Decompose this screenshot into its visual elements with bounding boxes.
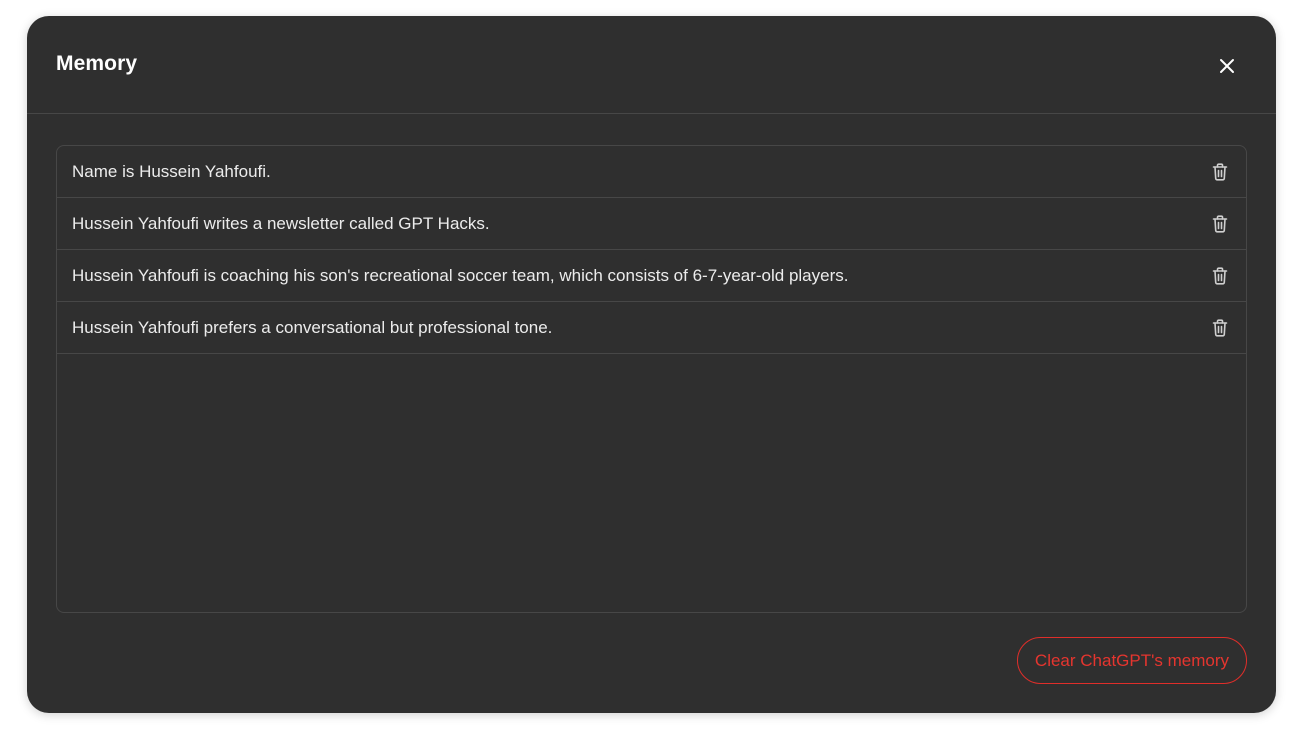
trash-icon	[1212, 162, 1228, 181]
delete-memory-button[interactable]	[1210, 214, 1230, 234]
memory-list: Name is Hussein Yahfoufi. Hussein Yahfou…	[56, 145, 1247, 613]
memory-text: Name is Hussein Yahfoufi.	[72, 161, 271, 181]
memory-text: Hussein Yahfoufi prefers a conversationa…	[72, 317, 553, 337]
modal-header: Memory	[27, 16, 1276, 114]
memory-text: Hussein Yahfoufi is coaching his son's r…	[72, 265, 849, 285]
close-button[interactable]	[1216, 55, 1238, 77]
memory-item: Hussein Yahfoufi is coaching his son's r…	[57, 250, 1246, 302]
memory-item: Hussein Yahfoufi prefers a conversationa…	[57, 302, 1246, 354]
close-icon	[1220, 59, 1234, 73]
modal-title: Memory	[56, 52, 138, 75]
clear-memory-button[interactable]: Clear ChatGPT's memory	[1016, 637, 1247, 684]
delete-memory-button[interactable]	[1210, 162, 1230, 182]
delete-memory-button[interactable]	[1210, 266, 1230, 286]
memory-text: Hussein Yahfoufi writes a newsletter cal…	[72, 213, 490, 233]
memory-modal: Memory Name is Hussein Yahfoufi. Hussein…	[27, 16, 1276, 713]
trash-icon	[1212, 266, 1228, 285]
trash-icon	[1212, 214, 1228, 233]
delete-memory-button[interactable]	[1210, 318, 1230, 338]
memory-item: Hussein Yahfoufi writes a newsletter cal…	[57, 198, 1246, 250]
trash-icon	[1212, 318, 1228, 337]
memory-item: Name is Hussein Yahfoufi.	[57, 146, 1246, 198]
